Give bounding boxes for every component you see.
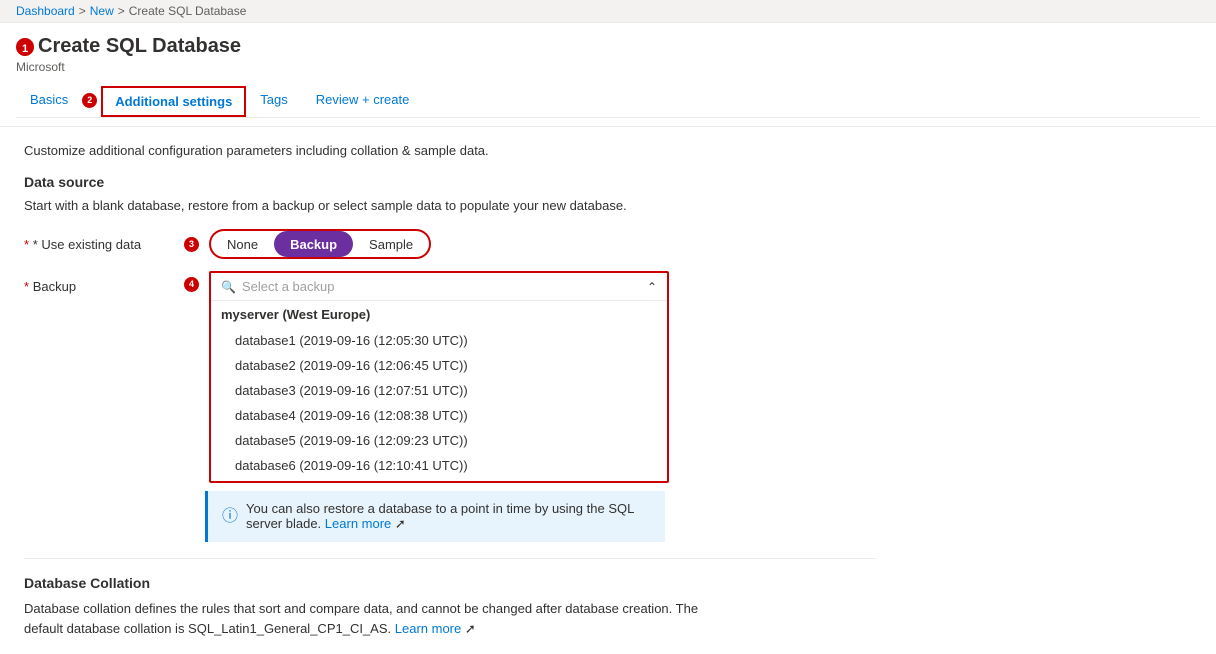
data-source-desc: Start with a blank database, restore fro…: [24, 198, 876, 213]
badge-2: 2: [82, 93, 97, 108]
dropdown-group-header: myserver (West Europe): [211, 301, 667, 328]
dropdown-header[interactable]: 🔍 Select a backup ⌃: [211, 273, 667, 301]
breadcrumb: Dashboard > New > Create SQL Database: [0, 0, 1216, 23]
tabs-container: Basics 2 Additional settings Tags Review…: [16, 84, 1200, 118]
list-item[interactable]: database2 (2019-09-16 (12:06:45 UTC)): [211, 353, 667, 378]
tab-review-create[interactable]: Review + create: [302, 84, 424, 117]
list-item[interactable]: database1 (2019-09-16 (12:05:30 UTC)): [211, 328, 667, 353]
badge-1: 1: [16, 38, 34, 56]
backup-control: 4 🔍 Select a backup ⌃ myserver (West Eur…: [184, 271, 876, 542]
use-existing-data-row: * * Use existing data 3 None Backup Samp…: [24, 229, 876, 259]
list-item[interactable]: database4 (2019-09-16 (12:08:38 UTC)): [211, 403, 667, 428]
page-header: 1 Create SQL Database Microsoft Basics 2…: [0, 23, 1216, 127]
main-description: Customize additional configuration param…: [24, 143, 876, 158]
breadcrumb-current: Create SQL Database: [129, 4, 247, 18]
info-box: ⓘ You can also restore a database to a p…: [205, 491, 665, 542]
page-subtitle: Microsoft: [16, 60, 1200, 74]
page-title: Create SQL Database: [38, 35, 241, 58]
info-icon: ⓘ: [222, 502, 238, 526]
chevron-up-icon: ⌃: [647, 280, 657, 294]
backup-label: * Backup: [24, 271, 184, 294]
tab-tags[interactable]: Tags: [246, 84, 301, 117]
collation-desc: Database collation defines the rules tha…: [24, 599, 876, 638]
info-text: You can also restore a database to a poi…: [246, 501, 651, 532]
list-item[interactable]: database5 (2019-09-16 (12:09:23 UTC)): [211, 428, 667, 453]
dropdown-list[interactable]: myserver (West Europe) database1 (2019-0…: [211, 301, 667, 481]
list-item[interactable]: database7 (2019-09-16 (12:11:38 UTC)): [211, 478, 667, 481]
collation-learn-more-link[interactable]: Learn more: [395, 621, 461, 636]
use-existing-label: * * Use existing data: [24, 229, 184, 252]
badge-4: 4: [184, 277, 199, 292]
collation-title: Database Collation: [24, 575, 876, 591]
toggle-group: None Backup Sample: [209, 229, 431, 259]
tab-basics[interactable]: Basics: [16, 84, 82, 117]
list-item[interactable]: database6 (2019-09-16 (12:10:41 UTC)): [211, 453, 667, 478]
toggle-sample[interactable]: Sample: [353, 231, 429, 257]
toggle-none[interactable]: None: [211, 231, 274, 257]
main-content: Customize additional configuration param…: [0, 127, 900, 654]
use-existing-control: 3 None Backup Sample: [184, 229, 876, 259]
backup-dropdown[interactable]: 🔍 Select a backup ⌃ myserver (West Europ…: [209, 271, 669, 483]
divider: [24, 558, 876, 559]
toggle-backup[interactable]: Backup: [274, 231, 353, 257]
dropdown-placeholder: Select a backup: [242, 279, 647, 294]
list-item[interactable]: database3 (2019-09-16 (12:07:51 UTC)): [211, 378, 667, 403]
breadcrumb-new[interactable]: New: [90, 4, 114, 18]
backup-row: * Backup 4 🔍 Select a backup ⌃ myserver …: [24, 271, 876, 542]
data-source-title: Data source: [24, 174, 876, 190]
tab-additional-settings[interactable]: Additional settings: [101, 86, 246, 117]
breadcrumb-dashboard[interactable]: Dashboard: [16, 4, 75, 18]
info-learn-more-link[interactable]: Learn more: [325, 516, 391, 531]
search-icon: 🔍: [221, 280, 236, 294]
badge-3: 3: [184, 237, 199, 252]
